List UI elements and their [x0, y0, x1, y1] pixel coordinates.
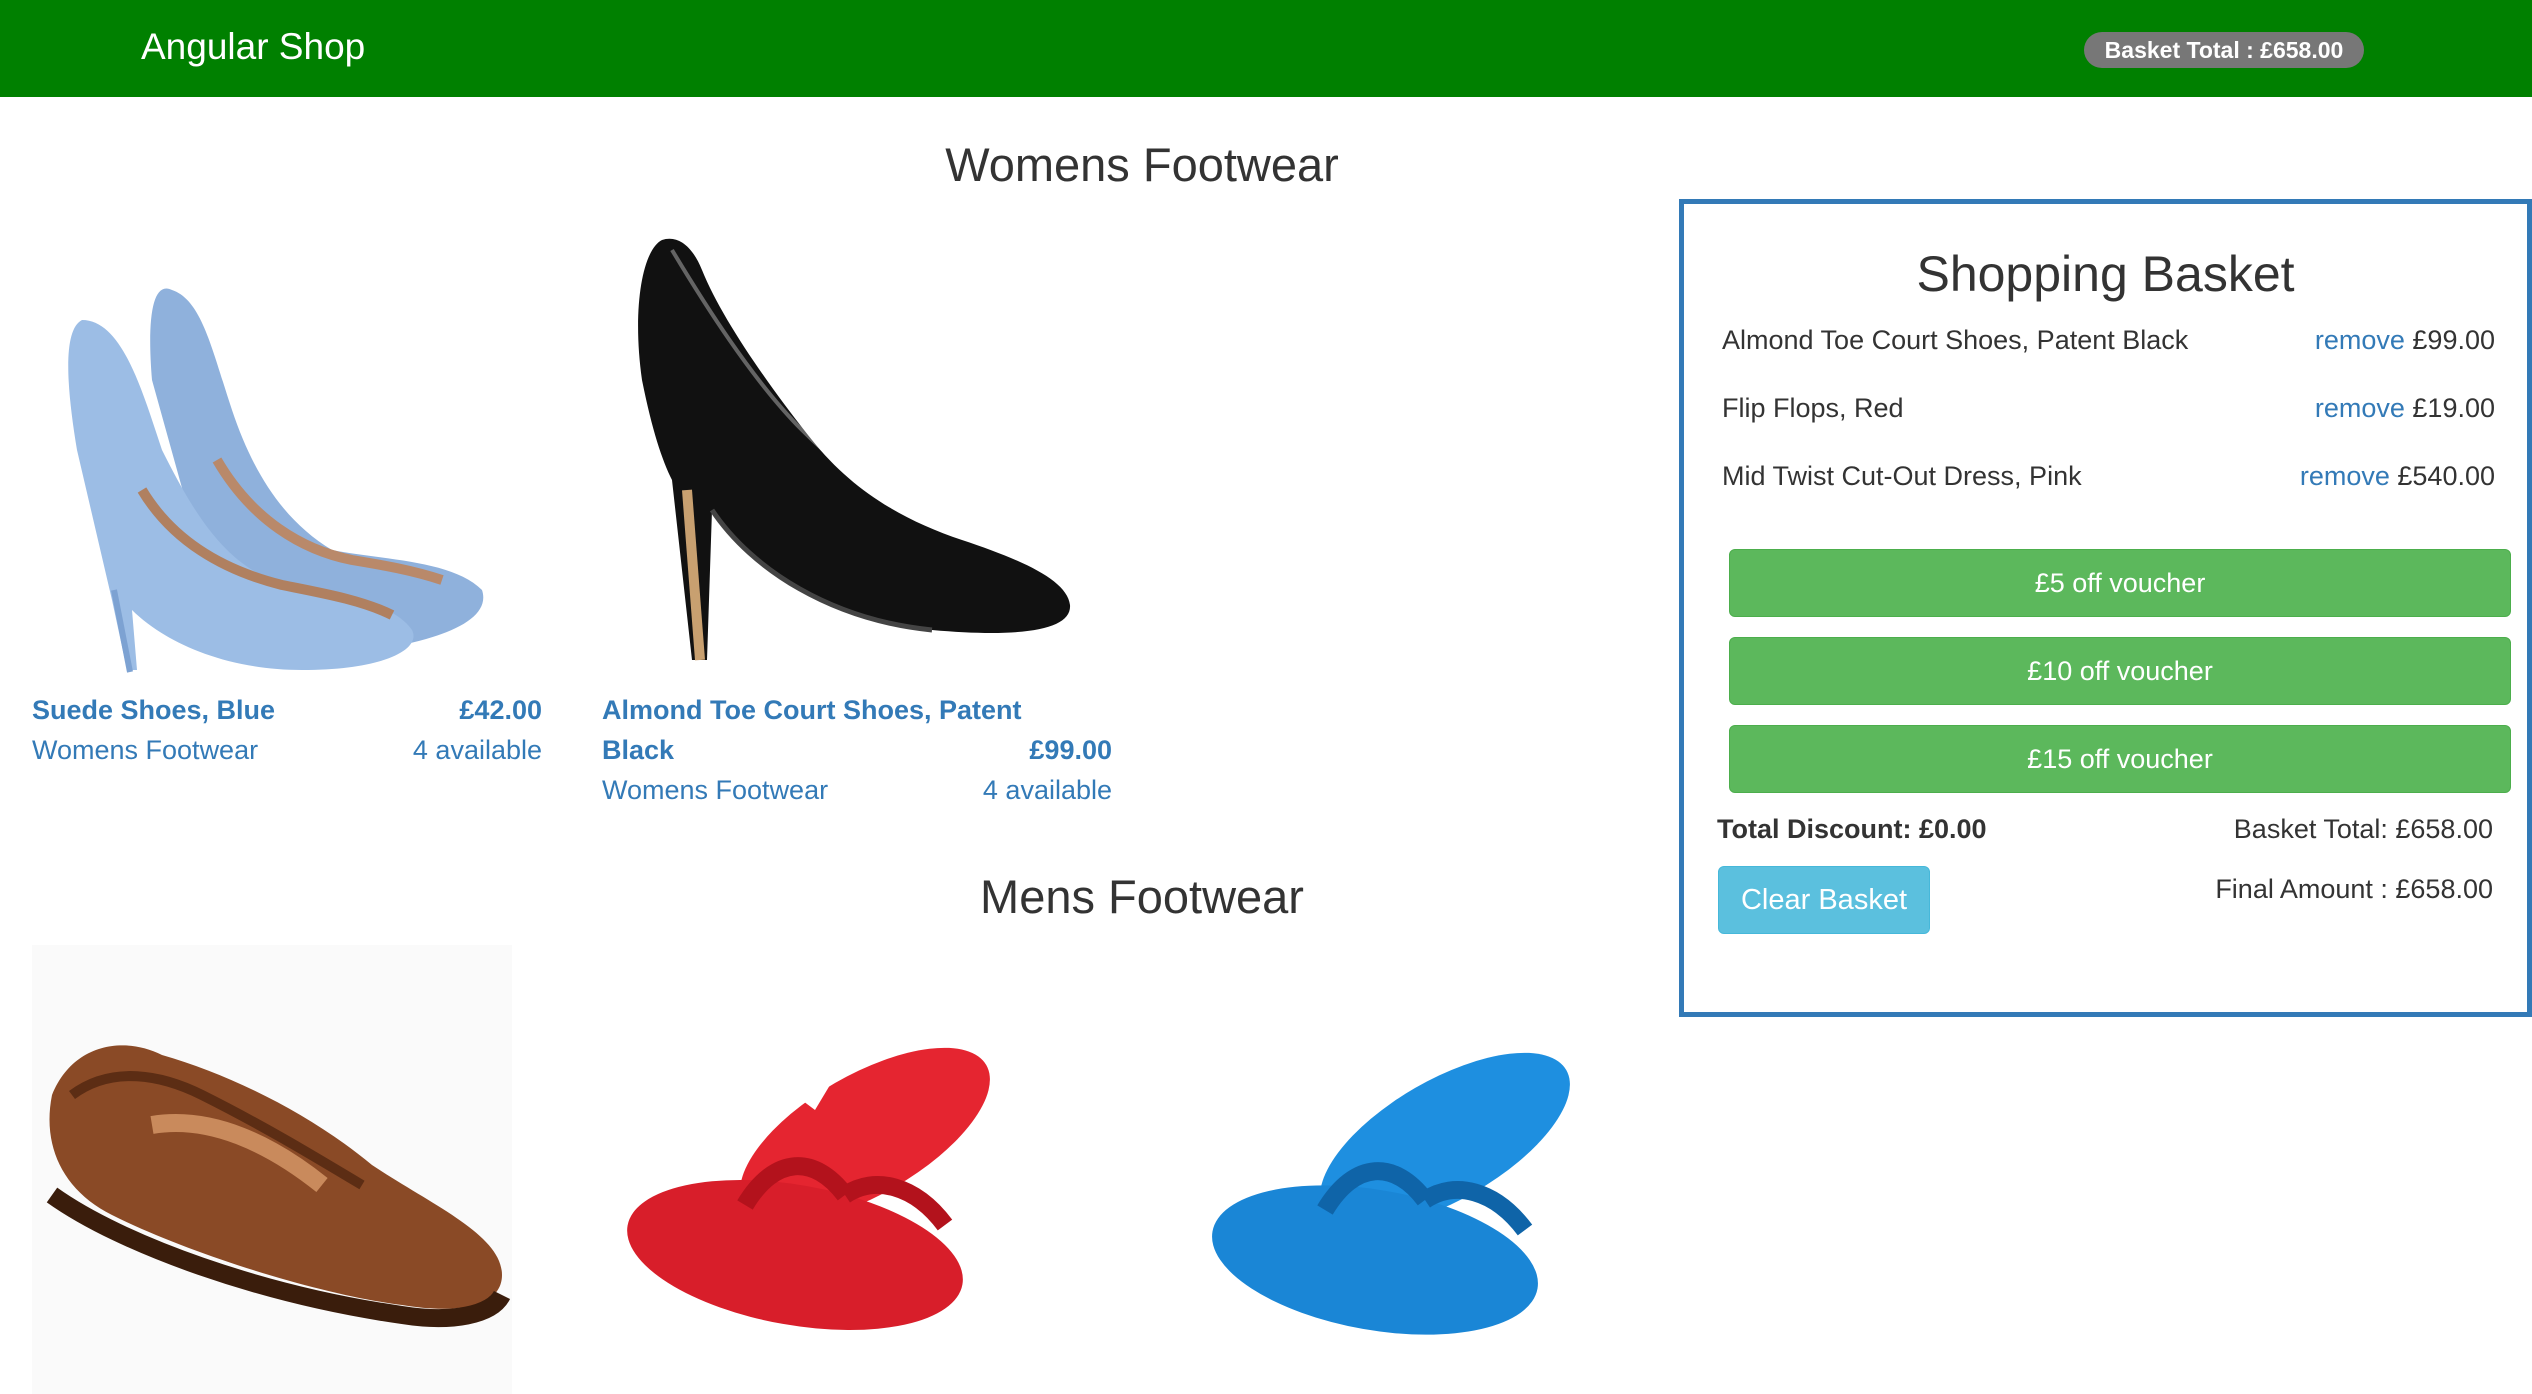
remove-link[interactable]: remove — [2300, 461, 2390, 491]
clear-basket-button[interactable]: Clear Basket — [1718, 866, 1930, 934]
basket-item-name: Flip Flops, Red — [1722, 393, 1904, 423]
black-patent-heel-image[interactable] — [602, 210, 1102, 680]
remove-link[interactable]: remove — [2315, 325, 2405, 355]
total-discount: Total Discount: £0.00 — [1717, 814, 1987, 844]
voucher-10-button[interactable]: £10 off voucher — [1729, 637, 2511, 705]
basket-title: Shopping Basket — [1916, 246, 2295, 302]
basket-item: Flip Flops, Red remove £19.00 — [1722, 388, 2495, 428]
basket-total-badge: Basket Total : £658.00 — [2084, 32, 2364, 68]
product-availability: 4 available — [412, 735, 542, 765]
product-card: Almond Toe Court Shoes, Patent Black £99… — [602, 200, 1112, 810]
basket-item: Mid Twist Cut-Out Dress, Pink remove £54… — [1722, 456, 2495, 496]
navbar: Angular Shop Basket Total : £658.00 — [0, 0, 2532, 97]
blue-flip-flops-image[interactable] — [1205, 1040, 1625, 1360]
final-amount: Final Amount : £658.00 — [2215, 874, 2493, 904]
basket-item-price: £99.00 — [2412, 325, 2495, 355]
blue-suede-heel-image[interactable] — [52, 260, 512, 680]
product-availability: 4 available — [982, 775, 1112, 805]
shopping-basket-panel: Shopping Basket Almond Toe Court Shoes, … — [1679, 199, 2532, 1017]
product-category[interactable]: Womens Footwear — [602, 770, 828, 810]
basket-item-price: £540.00 — [2397, 461, 2495, 491]
red-flip-flops-image[interactable] — [625, 1035, 1065, 1355]
brown-leather-loafer-image[interactable] — [32, 945, 512, 1394]
basket-item-name: Mid Twist Cut-Out Dress, Pink — [1722, 461, 2082, 491]
section-title-mens: Mens Footwear — [980, 870, 1304, 923]
product-category[interactable]: Womens Footwear — [32, 730, 258, 770]
voucher-15-button[interactable]: £15 off voucher — [1729, 725, 2511, 793]
product-name-line2[interactable]: Black — [602, 730, 674, 770]
product-price: £42.00 — [459, 695, 542, 725]
basket-item-name: Almond Toe Court Shoes, Patent Black — [1722, 325, 2189, 355]
basket-item-price: £19.00 — [2412, 393, 2495, 423]
remove-link[interactable]: remove — [2315, 393, 2405, 423]
voucher-5-button[interactable]: £5 off voucher — [1729, 549, 2511, 617]
basket-item: Almond Toe Court Shoes, Patent Black rem… — [1722, 320, 2495, 360]
brand-link[interactable]: Angular Shop — [141, 24, 365, 70]
product-price: £99.00 — [1029, 735, 1112, 765]
product-name[interactable]: Almond Toe Court Shoes, Patent — [602, 690, 1022, 730]
basket-total: Basket Total: £658.00 — [2233, 814, 2493, 844]
product-card: Suede Shoes, Blue £42.00 Womens Footwear… — [32, 200, 542, 770]
section-title-womens: Womens Footwear — [945, 138, 1339, 191]
product-name[interactable]: Suede Shoes, Blue — [32, 690, 275, 730]
